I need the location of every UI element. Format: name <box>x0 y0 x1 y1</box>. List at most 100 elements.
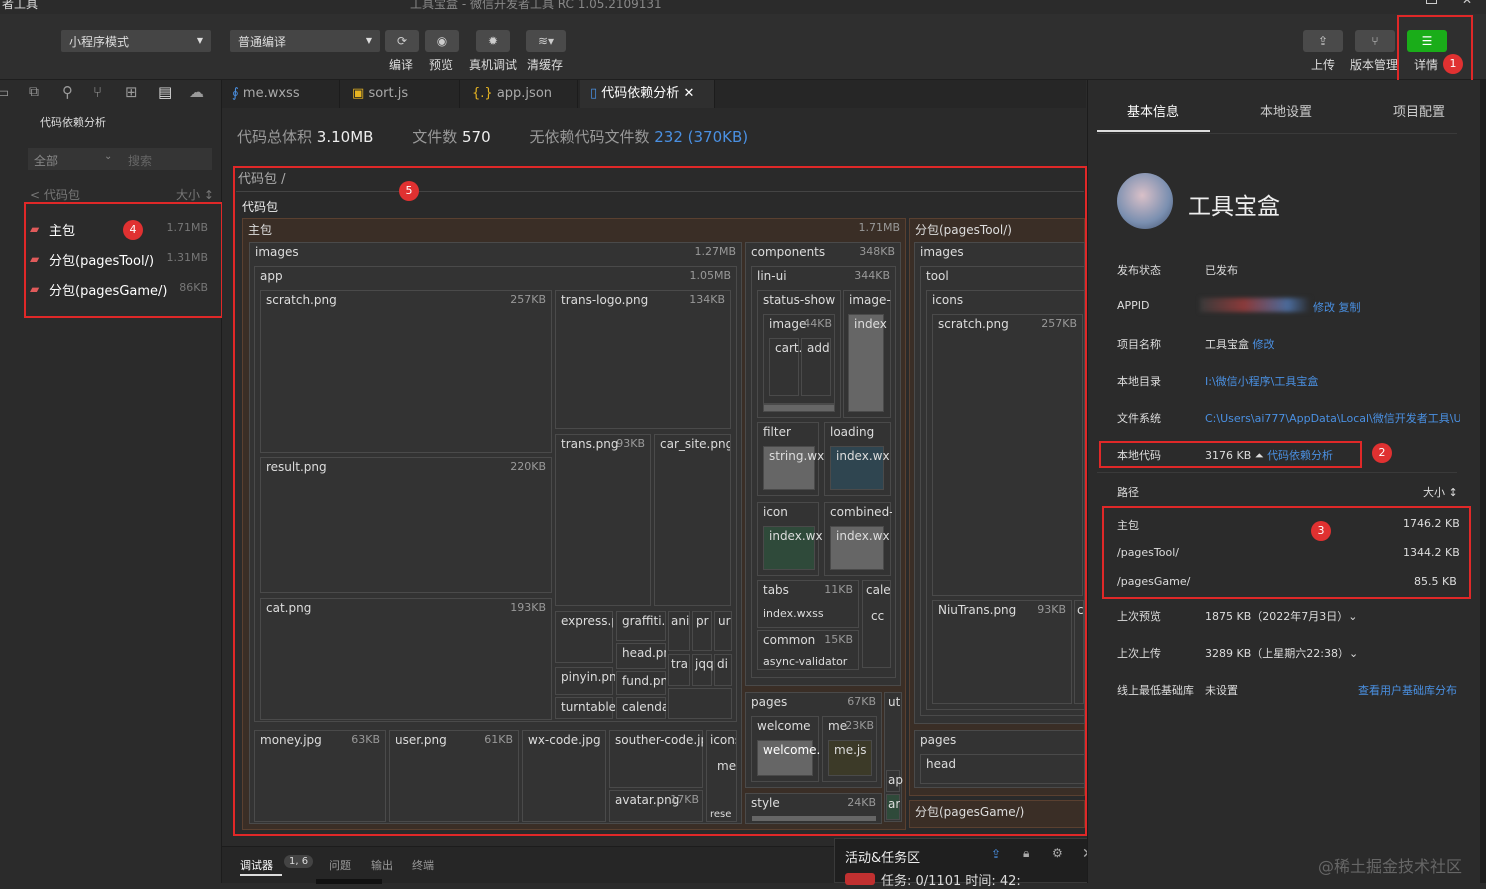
filter-bar: 全部 ⌄ 搜索 <box>28 148 212 170</box>
bug-icon: ✹ <box>487 34 499 48</box>
scroll-indicator <box>316 879 382 884</box>
highlight-box-3 <box>1102 506 1471 599</box>
tab-dependency-analysis[interactable]: ▯ 代码依赖分析 ✕ <box>580 80 715 108</box>
path-sort-toggle[interactable]: 大小 ↕ <box>1423 484 1458 500</box>
tab-me-wxss[interactable]: ∮ me.wxss <box>222 80 340 108</box>
task-status: 任务: 0/1101 时间: 42: <box>881 874 1021 889</box>
export-icon[interactable]: ⇪ <box>991 847 1001 861</box>
last-upload-value[interactable]: 3289 KB（上星期六22:38）⌄ <box>1205 645 1358 661</box>
json-icon: {.} <box>472 86 493 101</box>
compile-select[interactable]: 普通编译 ▼ <box>230 30 380 52</box>
refresh-icon: ⟳ <box>396 34 408 48</box>
real-debug-label: 真机调试 <box>469 58 518 72</box>
close-tab-icon[interactable]: ✕ <box>683 86 694 101</box>
divider <box>1097 472 1457 473</box>
total-size: 3.10MB <box>316 128 374 146</box>
rename-link[interactable]: 修改 <box>1253 338 1275 351</box>
upload-label: 上传 <box>1311 58 1336 72</box>
tab-sort-js[interactable]: ▣ sort.js <box>342 80 460 108</box>
clear-cache-button[interactable]: ≋▾ <box>526 30 566 52</box>
extensions-icon[interactable]: ⊞ <box>125 83 138 101</box>
search-input[interactable]: 搜索 <box>128 152 152 169</box>
eye-icon: ◉ <box>436 34 448 48</box>
tab-app-json[interactable]: {.} app.json <box>462 80 578 108</box>
scrollbar[interactable] <box>1480 80 1486 883</box>
dir-label: 本地目录 <box>1117 375 1161 388</box>
last-preview-label: 上次预览 <box>1117 610 1161 623</box>
mode-select[interactable]: 小程序模式 ▼ <box>61 30 211 52</box>
title-bar: 者工具 工具宝盒 - 微信开发者工具 RC 1.05.2109131 — ✕ <box>0 0 1486 14</box>
maximize-icon[interactable] <box>1426 0 1437 4</box>
activity-bar: ▭ ⧉ ⚲ ⑂ ⊞ ▤ ☁ <box>0 80 222 108</box>
fs-link[interactable]: C:\Users\ai777\AppData\Local\微信开发者工具\Us.… <box>1205 410 1460 426</box>
dir-link[interactable]: I:\微信小程序\工具宝盒 <box>1205 373 1318 389</box>
docker-icon[interactable]: ☁ <box>189 83 204 101</box>
task-panel: 活动&任务区 ⇪ 🔒︎ ⚙ ✕ 任务: 0/1101 时间: 42: <box>834 838 1104 889</box>
upload-button[interactable]: ⇪ <box>1303 30 1343 52</box>
highlight-box-5 <box>233 166 1087 836</box>
tab-output[interactable]: 输出 <box>371 857 393 873</box>
highlight-box-4 <box>24 202 223 318</box>
lock-icon[interactable]: 🔒︎ <box>1023 846 1029 861</box>
files-icon[interactable]: ⧉ <box>29 84 39 100</box>
min-lib-value: 未设置 <box>1205 684 1238 697</box>
tab-basic-info[interactable]: 基本信息 <box>1127 101 1179 120</box>
tab-bar: ∮ me.wxss ▣ sort.js {.} app.json ▯ 代码依赖分… <box>222 80 1086 108</box>
chevron-down-icon: ⌄ <box>104 151 113 162</box>
task-title: 活动&任务区 <box>845 851 921 866</box>
tab-local-settings[interactable]: 本地设置 <box>1260 101 1312 120</box>
annotation-badge-3: 3 <box>1311 521 1331 541</box>
tab-terminal[interactable]: 终端 <box>412 857 434 873</box>
back-link[interactable]: < 代码包 <box>30 186 80 203</box>
tab-debugger[interactable]: 调试器 <box>240 857 273 873</box>
upload-icon: ⇪ <box>1317 34 1329 48</box>
last-preview-value[interactable]: 1875 KB（2022年7月3日）⌄ <box>1205 608 1357 624</box>
branch-icon: ⑂ <box>1371 34 1379 48</box>
preview-label: 预览 <box>429 58 454 72</box>
filter-select[interactable]: 全部 <box>34 152 58 169</box>
appid-redacted <box>1200 298 1310 312</box>
js-icon: ▣ <box>352 86 365 101</box>
git-icon[interactable]: ⑂ <box>93 83 102 101</box>
min-lib-label: 线上最低基础库 <box>1117 684 1194 697</box>
sort-toggle[interactable]: 大小 ↕ <box>176 186 214 203</box>
layers-icon: ≋▾ <box>537 34 555 48</box>
settings-icon[interactable]: ⚙ <box>1052 846 1063 860</box>
file-count: 570 <box>462 128 491 146</box>
appid-links[interactable]: 修改 复制 <box>1313 299 1361 315</box>
path-label: 路径 <box>1117 486 1139 499</box>
status-value: 已发布 <box>1205 264 1238 277</box>
compile-label: 编译 <box>389 58 414 72</box>
analysis-icon[interactable]: ▤ <box>158 83 172 101</box>
lib-distribution-link[interactable]: 查看用户基础库分布 <box>1358 682 1457 698</box>
preview-button[interactable]: ◉ <box>425 30 459 52</box>
real-debug-button[interactable]: ✹ <box>476 30 510 52</box>
active-underline <box>240 874 282 876</box>
compile-button[interactable]: ⟳ <box>385 30 419 52</box>
annotation-badge-5: 5 <box>399 181 419 201</box>
minimize-icon[interactable]: — <box>1392 0 1404 6</box>
fs-label: 文件系统 <box>1117 412 1161 425</box>
search-icon[interactable]: ⚲ <box>62 83 73 101</box>
clear-cache-label: 清缓存 <box>527 58 564 72</box>
app-title-short: 者工具 <box>2 0 39 11</box>
highlight-box-2 <box>1099 441 1362 468</box>
project-title: 工具宝盒 <box>1188 194 1280 220</box>
name-label: 项目名称 <box>1117 338 1161 351</box>
avatar <box>1117 173 1173 229</box>
tab-issues[interactable]: 问题 <box>329 857 351 873</box>
divider <box>1097 133 1457 134</box>
panel-title: 代码依赖分析 <box>40 116 106 129</box>
explorer-icon[interactable]: ▭ <box>0 85 9 101</box>
close-icon[interactable]: ✕ <box>1462 0 1472 7</box>
tab-project-config[interactable]: 项目配置 <box>1393 101 1445 120</box>
left-panel: ▭ ⧉ ⚲ ⑂ ⊞ ▤ ☁ 代码依赖分析 全部 ⌄ 搜索 < 代码包 大小 ↕ … <box>0 80 222 883</box>
file-icon: ▯ <box>590 86 598 101</box>
version-label: 版本管理 <box>1350 58 1399 72</box>
nodep-link[interactable]: 232 (370KB) <box>654 128 748 146</box>
appid-label: APPID <box>1117 299 1150 312</box>
name-value: 工具宝盒 <box>1205 338 1249 351</box>
version-button[interactable]: ⑂ <box>1355 30 1395 52</box>
task-icon <box>845 873 875 885</box>
summary-bar: 代码总体积 3.10MB 文件数 570 无依赖代码文件数 232 (370KB… <box>237 128 749 146</box>
